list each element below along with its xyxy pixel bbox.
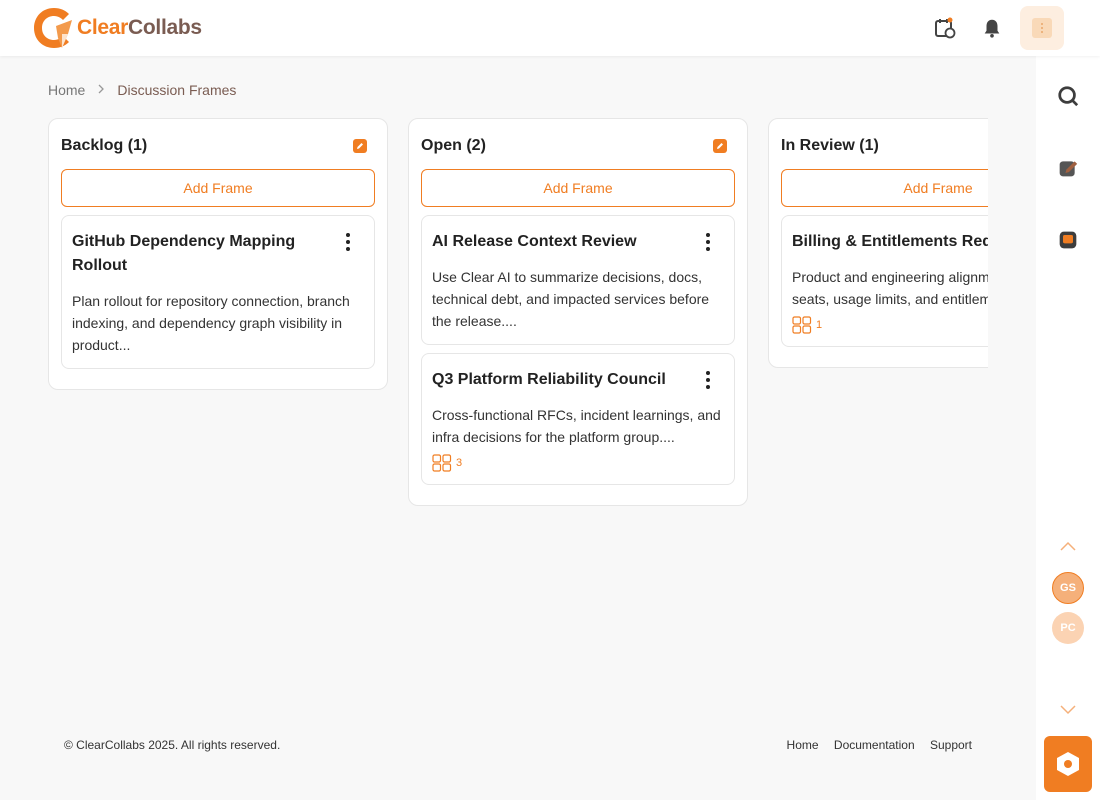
column-in-review: In Review (1) Add Frame Billing & Entitl… <box>768 118 988 368</box>
frame-card[interactable]: AI Release Context Review Use Clear AI t… <box>421 215 735 345</box>
kanban-board: Backlog (1) Add Frame GitHub Dependency … <box>48 118 988 718</box>
footer-link-support[interactable]: Support <box>930 738 972 752</box>
column-backlog: Backlog (1) Add Frame GitHub Dependency … <box>48 118 388 390</box>
chat-icon[interactable] <box>1056 228 1080 252</box>
edit-column-icon[interactable] <box>713 139 727 153</box>
search-icon[interactable] <box>1056 84 1080 108</box>
column-title: Open (2) <box>421 137 486 154</box>
add-frame-button[interactable]: Add Frame <box>61 169 375 207</box>
card-menu-icon[interactable] <box>340 230 356 254</box>
app-logo[interactable]: ClearCollabs <box>32 4 202 52</box>
card-description: Product and engineering alignment on pla… <box>792 269 988 307</box>
card-title: Billing & Entitlements Redesign <box>792 233 988 250</box>
participant-avatar[interactable]: GS <box>1052 572 1084 604</box>
breadcrumb-home[interactable]: Home <box>48 82 85 98</box>
grid-icon <box>432 454 452 472</box>
frame-card[interactable]: Q3 Platform Reliability Council Cross-fu… <box>421 353 735 485</box>
card-count: 3 <box>456 457 463 469</box>
top-bar: ClearCollabs <box>0 0 1100 56</box>
footer: © ClearCollabs 2025. All rights reserved… <box>64 738 972 752</box>
footer-links: Home Documentation Support <box>775 738 972 752</box>
grid-icon <box>792 316 812 334</box>
add-frame-button[interactable]: Add Frame <box>421 169 735 207</box>
hexagon-icon <box>1057 752 1079 776</box>
add-frame-button[interactable]: Add Frame <box>781 169 988 207</box>
chevron-right-icon <box>97 83 105 97</box>
card-meta: 1 <box>792 316 988 334</box>
breadcrumb-current: Discussion Frames <box>117 82 237 98</box>
footer-link-home[interactable]: Home <box>787 738 819 752</box>
card-count: 1 <box>816 319 823 331</box>
card-description: Plan rollout for repository connection, … <box>72 293 350 353</box>
assistant-button[interactable] <box>1044 736 1092 792</box>
user-avatar-button[interactable] <box>1020 6 1064 50</box>
fox-logo-icon <box>34 8 72 48</box>
card-description: Cross-functional RFCs, incident learning… <box>432 407 721 445</box>
card-menu-icon[interactable] <box>700 368 716 392</box>
right-sidebar: GS PC <box>1036 56 1100 800</box>
avatar-initials: PC <box>1060 622 1076 634</box>
participant-avatar[interactable]: PC <box>1052 612 1084 644</box>
user-avatar-icon <box>1032 18 1052 38</box>
breadcrumb: Home Discussion Frames <box>48 82 236 98</box>
footer-link-documentation[interactable]: Documentation <box>834 738 915 752</box>
edit-note-icon[interactable] <box>1056 156 1080 180</box>
card-description: Use Clear AI to summarize decisions, doc… <box>432 269 710 329</box>
column-open: Open (2) Add Frame AI Release Context Re… <box>408 118 748 506</box>
chevron-up-icon[interactable] <box>1056 534 1080 558</box>
calendar-refresh-icon[interactable] <box>931 14 959 42</box>
card-title: Q3 Platform Reliability Council <box>432 371 666 388</box>
avatar-initials: GS <box>1060 582 1076 594</box>
edit-column-icon[interactable] <box>353 139 367 153</box>
chevron-down-icon[interactable] <box>1056 698 1080 722</box>
frame-card[interactable]: GitHub Dependency Mapping Rollout Plan r… <box>61 215 375 369</box>
card-title: GitHub Dependency Mapping Rollout <box>72 233 296 274</box>
card-meta: 3 <box>432 454 724 472</box>
bell-icon[interactable] <box>978 14 1006 42</box>
column-title: Backlog (1) <box>61 137 148 154</box>
column-title: In Review (1) <box>781 137 879 154</box>
frame-card[interactable]: Billing & Entitlements Redesign Product … <box>781 215 988 347</box>
app-name: ClearCollabs <box>77 16 202 39</box>
copyright-text: © ClearCollabs 2025. All rights reserved… <box>64 738 281 752</box>
card-title: AI Release Context Review <box>432 233 637 250</box>
card-menu-icon[interactable] <box>700 230 716 254</box>
